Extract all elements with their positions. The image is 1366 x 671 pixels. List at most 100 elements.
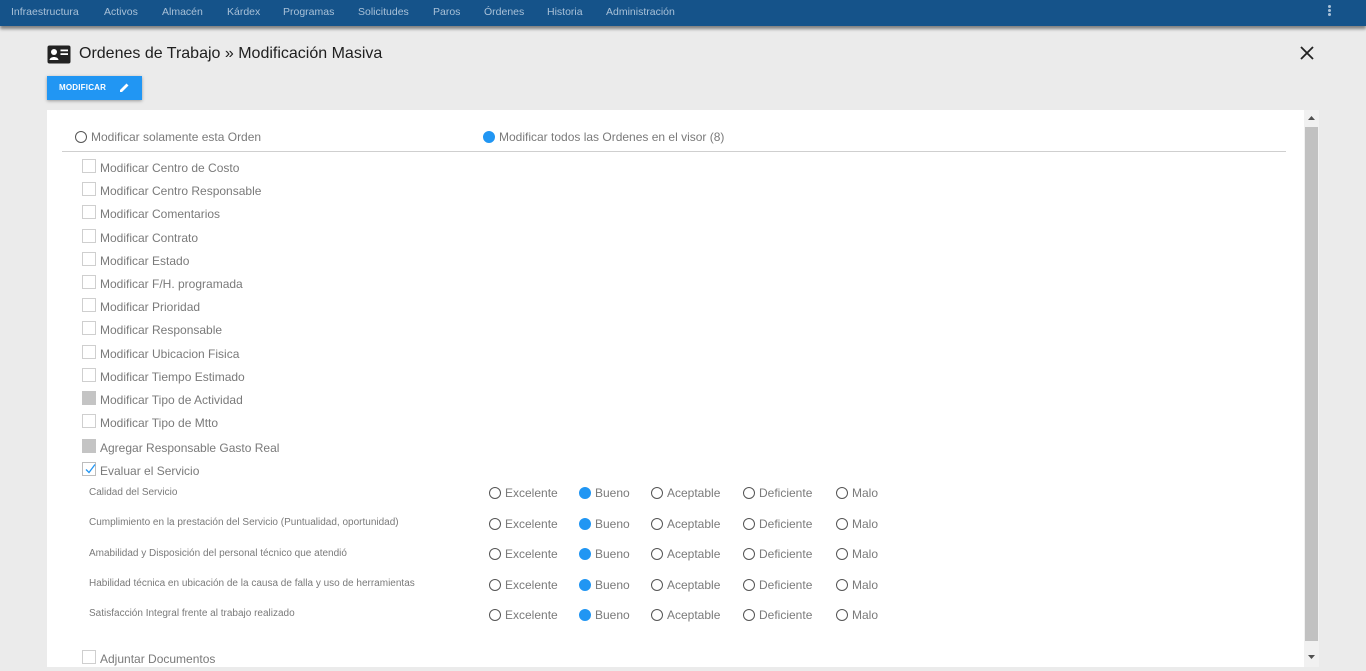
nav-item-solicitudes[interactable]: Solicitudes: [358, 0, 409, 26]
rating-radio-deficiente[interactable]: [743, 609, 755, 621]
option-label: Modificar Centro Responsable: [100, 184, 262, 198]
rating-radio-bueno[interactable]: [579, 548, 591, 560]
rating-radio-aceptable[interactable]: [651, 579, 663, 591]
option-label: Modificar Contrato: [100, 231, 199, 245]
rating-label: Excelente: [505, 578, 558, 592]
criterion-label: Habilidad técnica en ubicación de la cau…: [89, 578, 415, 589]
rating-label: Excelente: [505, 517, 558, 531]
rating-label: Bueno: [595, 547, 630, 561]
nav-item-infraestructura[interactable]: Infraestructura: [11, 0, 79, 26]
nav-item-ordenes[interactable]: Órdenes: [484, 0, 524, 26]
rating-radio-bueno[interactable]: [579, 579, 591, 591]
rating-label: Malo: [852, 486, 879, 500]
nav-item-paros[interactable]: Paros: [433, 0, 460, 26]
kebab-menu-icon[interactable]: [1322, 4, 1336, 20]
rating-radio-excelente[interactable]: [489, 609, 501, 621]
criterion-label: Calidad del Servicio: [89, 487, 178, 498]
rating-label: Malo: [852, 517, 879, 531]
option-label: Agregar Responsable Gasto Real: [100, 441, 280, 455]
checkbox-estado[interactable]: [82, 252, 96, 266]
rating-label: Aceptable: [667, 486, 721, 500]
checkbox-prioridad[interactable]: [82, 298, 96, 312]
rating-radio-malo[interactable]: [836, 518, 848, 530]
checkbox-adjuntar-documentos[interactable]: [82, 650, 96, 664]
rating-label: Bueno: [595, 608, 630, 622]
option-label: Evaluar el Servicio: [100, 464, 200, 478]
criterion-label: Cumplimiento en la prestación del Servic…: [89, 517, 399, 528]
rating-label: Excelente: [505, 486, 558, 500]
rating-radio-malo[interactable]: [836, 548, 848, 560]
rating-radio-deficiente[interactable]: [743, 548, 755, 560]
rating-label: Malo: [852, 608, 879, 622]
checkbox-centro-costo[interactable]: [82, 159, 96, 173]
rating-radio-excelente[interactable]: [489, 579, 501, 591]
rating-label: Bueno: [595, 517, 630, 531]
rating-label: Deficiente: [759, 608, 813, 622]
rating-radio-malo[interactable]: [836, 609, 848, 621]
rating-radio-aceptable[interactable]: [651, 518, 663, 530]
nav-item-activos[interactable]: Activos: [104, 0, 138, 26]
rating-label: Bueno: [595, 578, 630, 592]
option-label: Modificar Comentarios: [100, 207, 221, 221]
scope-label-single: Modificar solamente esta Orden: [91, 130, 262, 144]
close-icon[interactable]: [1298, 44, 1316, 62]
rating-label: Aceptable: [667, 578, 721, 592]
option-label: Modificar Tiempo Estimado: [100, 370, 245, 384]
nav-item-kardex[interactable]: Kárdex: [227, 0, 260, 26]
checkbox-ubicacion-fisica[interactable]: [82, 345, 96, 359]
rating-label: Malo: [852, 547, 879, 561]
scroll-down-icon[interactable]: [1306, 652, 1317, 662]
nav-item-programas[interactable]: Programas: [283, 0, 334, 26]
option-label: Modificar Estado: [100, 254, 190, 268]
rating-radio-deficiente[interactable]: [743, 518, 755, 530]
rating-radio-deficiente[interactable]: [743, 487, 755, 499]
checkbox-responsable[interactable]: [82, 321, 96, 335]
checkbox-evaluar-servicio[interactable]: [82, 462, 96, 476]
modify-button[interactable]: MODIFICAR: [47, 76, 142, 100]
rating-label: Deficiente: [759, 517, 813, 531]
pencil-icon: [120, 83, 129, 92]
scope-radio-all[interactable]: [483, 131, 495, 143]
nav-item-almacen[interactable]: Almacén: [162, 0, 203, 26]
nav-item-historia[interactable]: Historia: [547, 0, 583, 26]
rating-radio-aceptable[interactable]: [651, 487, 663, 499]
rating-radio-aceptable[interactable]: [651, 609, 663, 621]
rating-label: Aceptable: [667, 608, 721, 622]
rating-radio-bueno[interactable]: [579, 487, 591, 499]
rating-label: Deficiente: [759, 547, 813, 561]
rating-label: Excelente: [505, 608, 558, 622]
checkbox-tipo-mtto[interactable]: [82, 414, 96, 428]
rating-label: Aceptable: [667, 547, 721, 561]
checkbox-responsable-gasto-real: [82, 439, 96, 453]
rating-radio-excelente[interactable]: [489, 487, 501, 499]
rating-label: Malo: [852, 578, 879, 592]
rating-label: Aceptable: [667, 517, 721, 531]
criterion-label: Satisfacción Integral frente al trabajo …: [89, 608, 295, 619]
checkbox-comentarios[interactable]: [82, 205, 96, 219]
checkbox-tiempo-estimado[interactable]: [82, 368, 96, 382]
option-label: Modificar Responsable: [100, 323, 223, 337]
rating-label: Excelente: [505, 547, 558, 561]
rating-radio-excelente[interactable]: [489, 518, 501, 530]
scope-radio-single[interactable]: [75, 131, 87, 143]
rating-radio-deficiente[interactable]: [743, 579, 755, 591]
option-label: Modificar Ubicacion Fisica: [100, 347, 240, 361]
checkbox-tipo-actividad: [82, 391, 96, 405]
rating-radio-malo[interactable]: [836, 487, 848, 499]
rating-radio-bueno[interactable]: [579, 609, 591, 621]
scrollbar-thumb[interactable]: [1305, 127, 1318, 641]
checkbox-centro-responsable[interactable]: [82, 182, 96, 196]
checkbox-contrato[interactable]: [82, 229, 96, 243]
criterion-label: Amabilidad y Disposición del personal té…: [89, 548, 347, 559]
rating-radio-bueno[interactable]: [579, 518, 591, 530]
rating-radio-excelente[interactable]: [489, 548, 501, 560]
attach-label: Adjuntar Documentos: [100, 652, 216, 666]
scroll-up-icon[interactable]: [1306, 113, 1317, 123]
rating-radio-malo[interactable]: [836, 579, 848, 591]
contact-card-icon: [47, 45, 71, 64]
option-label: Modificar F/H. programada: [100, 277, 243, 291]
checkbox-fh-programada[interactable]: [82, 275, 96, 289]
rating-radio-aceptable[interactable]: [651, 548, 663, 560]
nav-item-administracion[interactable]: Administración: [606, 0, 675, 26]
rating-label: Bueno: [595, 486, 630, 500]
